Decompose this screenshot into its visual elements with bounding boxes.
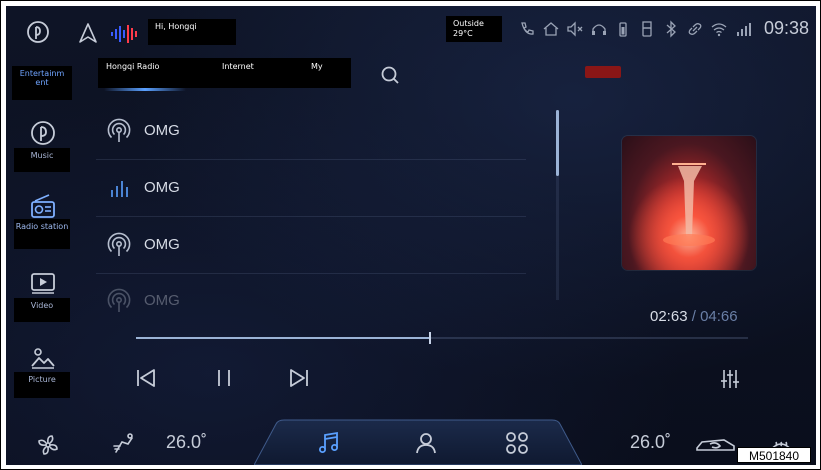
link-icon	[688, 23, 702, 35]
sidebar-item-radio-label[interactable]: Radio station	[14, 219, 70, 249]
equalizer-settings-icon[interactable]	[719, 368, 741, 390]
station-title: OMG	[144, 236, 180, 253]
infotainment-screen: Hi, Hongqi Outside 29°C 09:38 Entertainm…	[6, 6, 816, 465]
figure-frame: Hi, Hongqi Outside 29°C 09:38 Entertainm…	[0, 0, 821, 470]
divider	[96, 216, 526, 217]
sidebar-item-radio-station[interactable]	[29, 193, 57, 219]
progress-fill	[136, 337, 430, 339]
sidebar-item-entertainment[interactable]: Entertainm ent	[12, 66, 72, 100]
search-icon[interactable]	[379, 64, 401, 86]
cellular-signal-icon	[737, 23, 751, 36]
divider	[96, 159, 526, 160]
list-item[interactable]: OMG	[96, 161, 526, 217]
album-art-image	[622, 136, 756, 270]
bluetooth-icon	[666, 20, 676, 38]
sidebar-item-video-label[interactable]: Video	[14, 298, 70, 322]
seat-airflow-icon[interactable]	[110, 430, 138, 458]
fan-icon[interactable]	[36, 433, 60, 457]
sidebar-item-label: Entertainm ent	[19, 69, 65, 87]
video-icon	[31, 273, 55, 294]
usb-icon	[642, 21, 652, 37]
station-title: OMG	[144, 122, 180, 139]
voice-assistant-icon[interactable]	[106, 22, 146, 46]
list-item[interactable]: OMG	[96, 104, 526, 160]
current-time: 02:63	[650, 308, 688, 325]
apps-grid-icon[interactable]	[504, 430, 530, 456]
tab-internet[interactable]: Internet	[222, 62, 254, 71]
outside-temp-value: 29°C	[453, 29, 473, 38]
user-profile-icon[interactable]	[413, 430, 439, 456]
status-icons	[518, 20, 752, 40]
radio-icon	[31, 194, 55, 218]
list-item[interactable]: OMG	[96, 218, 526, 274]
sidebar-item-picture-label[interactable]: Picture	[14, 372, 70, 398]
navigation-icon[interactable]	[78, 22, 98, 44]
home-icon	[543, 22, 559, 36]
right-temperature[interactable]: 26.0˚	[630, 432, 671, 453]
outside-label: Outside	[453, 19, 484, 28]
wifi-icon	[711, 23, 727, 37]
sidebar-item-label: Picture	[28, 375, 56, 384]
music-logo-icon[interactable]	[26, 20, 50, 44]
sidebar-item-label: Video	[30, 301, 54, 310]
progress-handle[interactable]	[429, 332, 431, 344]
sidebar-item-video[interactable]	[30, 272, 56, 294]
music-note-icon[interactable]	[316, 430, 342, 456]
previous-track-icon[interactable]	[134, 366, 158, 390]
sidebar-item-music-label[interactable]: Music	[14, 148, 70, 172]
album-art[interactable]	[622, 136, 756, 270]
picture-icon	[31, 348, 55, 369]
tab-hongqi-radio[interactable]: Hongqi Radio	[106, 62, 159, 71]
sidebar-item-music[interactable]	[30, 120, 56, 146]
outside-temperature: Outside 29°C	[446, 16, 502, 42]
greeting-text: Hi, Hongqi	[148, 19, 236, 45]
left-temperature[interactable]: 26.0˚	[166, 432, 207, 453]
source-tabs: Hongqi Radio Internet My	[98, 58, 351, 88]
pause-icon[interactable]	[212, 366, 236, 390]
playing-bars-icon	[111, 181, 128, 197]
active-tab-indicator	[104, 88, 186, 91]
next-track-icon[interactable]	[287, 366, 311, 390]
total-time: 04:66	[700, 308, 738, 325]
status-badge	[585, 66, 621, 78]
time-separator: /	[687, 308, 701, 325]
battery-icon	[619, 22, 627, 37]
music-icon	[31, 121, 55, 145]
sidebar-item-picture[interactable]	[30, 346, 56, 370]
sidebar-item-label: Music	[30, 151, 54, 160]
mute-icon	[567, 21, 583, 37]
status-bar: Hi, Hongqi Outside 29°C 09:38	[6, 6, 816, 52]
station-title: OMG	[144, 292, 180, 309]
broadcast-icon	[107, 118, 131, 142]
list-scrollbar-thumb[interactable]	[556, 110, 559, 176]
station-title: OMG	[144, 179, 180, 196]
list-item[interactable]: OMG	[96, 274, 526, 330]
car-recirculation-icon[interactable]	[694, 434, 738, 456]
playback-time: 02:63 / 04:66	[650, 308, 738, 325]
phone-icon	[521, 22, 534, 35]
figure-code: M501840	[737, 447, 811, 463]
tab-my[interactable]: My	[311, 62, 323, 71]
clock: 09:38	[764, 18, 810, 38]
broadcast-icon	[107, 232, 131, 256]
sidebar-item-label: Radio station	[15, 222, 69, 231]
headphones-icon	[592, 24, 606, 35]
broadcast-icon	[107, 288, 131, 312]
